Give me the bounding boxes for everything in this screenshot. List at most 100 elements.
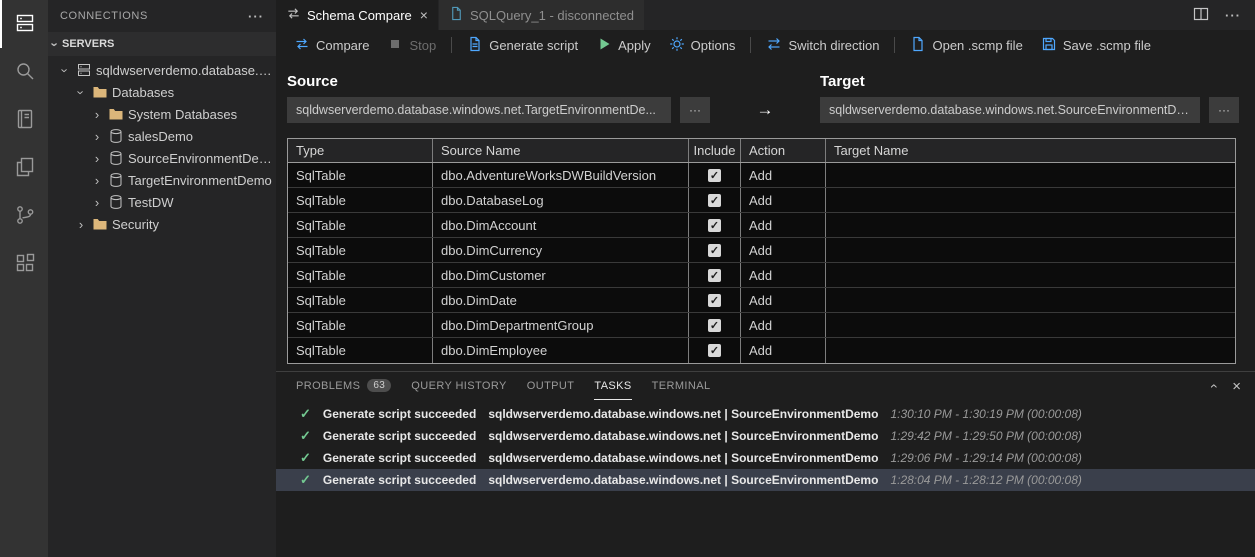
source-browse-button[interactable]: ··· xyxy=(680,97,710,123)
cell-action: Add xyxy=(741,238,826,262)
panel-tab-tasks[interactable]: TASKS xyxy=(594,372,632,400)
table-row[interactable]: SqlTable dbo.AdventureWorksDWBuildVersio… xyxy=(288,163,1235,188)
include-checkbox[interactable] xyxy=(708,243,721,257)
panel-tab-terminal[interactable]: TERMINAL xyxy=(652,372,711,400)
chevron-right-icon[interactable]: › xyxy=(74,217,88,232)
save-scmp-button-label: Save .scmp file xyxy=(1062,37,1151,53)
include-checkbox[interactable] xyxy=(708,268,721,282)
close-panel-icon[interactable]: × xyxy=(1232,378,1241,395)
servers-section-header[interactable]: › SERVERS xyxy=(48,32,276,56)
tree-item-security[interactable]: › Security xyxy=(48,213,276,235)
target-label: Target xyxy=(820,73,865,90)
column-header-source-name[interactable]: Source Name xyxy=(433,139,689,162)
save-scmp-button[interactable]: Save .scmp file xyxy=(1033,33,1159,58)
task-time: 1:29:06 PM - 1:29:14 PM (00:00:08) xyxy=(890,451,1082,465)
tree-item-databases[interactable]: › Databases xyxy=(48,81,276,103)
chevron-down-icon[interactable]: › xyxy=(74,85,89,99)
include-checkbox[interactable] xyxy=(708,293,721,307)
table-row[interactable]: SqlTable dbo.DimEmployee Add xyxy=(288,338,1235,363)
chevron-right-icon[interactable]: › xyxy=(90,107,104,122)
open-scmp-button[interactable]: Open .scmp file xyxy=(902,33,1030,58)
table-row[interactable]: SqlTable dbo.DimDepartmentGroup Add xyxy=(288,313,1235,338)
include-checkbox[interactable] xyxy=(708,218,721,232)
table-row[interactable]: SqlTable dbo.DatabaseLog Add xyxy=(288,188,1235,213)
column-header-type[interactable]: Type xyxy=(288,139,433,162)
search-icon xyxy=(13,59,37,86)
switch-direction-button[interactable]: Switch direction xyxy=(758,33,887,58)
include-checkbox[interactable] xyxy=(708,344,721,357)
chevron-right-icon[interactable]: › xyxy=(90,151,104,166)
open-scmp-button-label: Open .scmp file xyxy=(932,37,1023,53)
panel-tab-problems[interactable]: PROBLEMS 63 xyxy=(296,372,392,400)
column-header-include[interactable]: Include xyxy=(689,139,741,162)
cell-type: SqlTable xyxy=(288,263,433,287)
folder-icon xyxy=(92,216,108,232)
tree-item-targetenvironmentdemo[interactable]: › TargetEnvironmentDemo xyxy=(48,169,276,191)
table-row[interactable]: SqlTable dbo.DimAccount Add xyxy=(288,213,1235,238)
tab-schema-compare[interactable]: Schema Compare × xyxy=(276,0,438,30)
stop-button[interactable]: Stop xyxy=(379,33,444,58)
cell-source-name: dbo.AdventureWorksDWBuildVersion xyxy=(433,163,689,187)
chevron-right-icon[interactable]: › xyxy=(90,129,104,144)
cell-include xyxy=(689,238,741,262)
chevron-down-icon[interactable]: › xyxy=(58,63,73,77)
cell-action: Add xyxy=(741,288,826,312)
target-browse-button[interactable]: ··· xyxy=(1209,97,1239,123)
compare-endpoint-inputs: ··· → ··· xyxy=(276,95,1255,123)
chevron-right-icon[interactable]: › xyxy=(90,173,104,188)
column-header-target-name[interactable]: Target Name xyxy=(826,139,1235,162)
close-icon[interactable]: × xyxy=(420,7,428,23)
cell-action: Add xyxy=(741,213,826,237)
task-history-list: ✓ Generate script succeeded sqldwserverd… xyxy=(276,400,1255,557)
source-connection-input[interactable] xyxy=(287,97,671,123)
panel-tab-output[interactable]: OUTPUT xyxy=(527,372,575,400)
maximize-panel-icon[interactable]: › xyxy=(1204,384,1220,389)
toolbar-separator xyxy=(894,37,896,53)
activity-item-notebooks[interactable] xyxy=(0,96,48,144)
cell-source-name: dbo.DimCustomer xyxy=(433,263,689,287)
compare-icon xyxy=(286,6,301,24)
task-list-item[interactable]: ✓ Generate script succeeded sqldwserverd… xyxy=(276,469,1255,491)
activity-item-search[interactable] xyxy=(0,48,48,96)
cell-action: Add xyxy=(741,313,826,337)
tree-item-server[interactable]: › sqldwserverdemo.database.wi... xyxy=(48,59,277,81)
tree-item-testdw[interactable]: › TestDW xyxy=(48,191,276,213)
include-checkbox[interactable] xyxy=(708,193,721,207)
table-row[interactable]: SqlTable dbo.DimCurrency Add xyxy=(288,238,1235,263)
activity-item-source-control[interactable] xyxy=(0,192,48,240)
chevron-right-icon[interactable]: › xyxy=(90,195,104,210)
activity-item-extensions[interactable] xyxy=(0,240,48,288)
generate-script-button[interactable]: Generate script xyxy=(459,33,586,58)
include-checkbox[interactable] xyxy=(708,318,721,332)
generate-script-button-label: Generate script xyxy=(489,37,579,53)
more-actions-icon[interactable]: ··· xyxy=(1225,8,1241,23)
schema-compare-toolbar: Compare Stop Generate script Apply Optio… xyxy=(276,30,1255,60)
more-actions-icon[interactable]: ··· xyxy=(248,9,264,24)
success-check-icon: ✓ xyxy=(300,450,311,465)
apply-button[interactable]: Apply xyxy=(588,33,659,58)
activity-item-connections[interactable] xyxy=(0,0,48,48)
include-checkbox[interactable] xyxy=(708,168,721,182)
target-connection-input[interactable] xyxy=(820,97,1200,123)
cell-source-name: dbo.DimCurrency xyxy=(433,238,689,262)
table-row[interactable]: SqlTable dbo.DimDate Add xyxy=(288,288,1235,313)
chevron-down-icon[interactable]: › xyxy=(48,37,63,51)
folder-icon xyxy=(108,106,124,122)
tree-item-sourceenvironmentdemo[interactable]: › SourceEnvironmentDemo xyxy=(48,147,276,169)
activity-item-explorer[interactable] xyxy=(0,144,48,192)
options-button[interactable]: Options xyxy=(661,33,744,58)
task-list-item[interactable]: ✓ Generate script succeeded sqldwserverd… xyxy=(276,425,1255,447)
compare-icon xyxy=(294,36,310,55)
cell-type: SqlTable xyxy=(288,163,433,187)
task-list-item[interactable]: ✓ Generate script succeeded sqldwserverd… xyxy=(276,403,1255,425)
tree-item-system-databases[interactable]: › System Databases xyxy=(48,103,276,125)
tab-sqlquery[interactable]: SQLQuery_1 - disconnected xyxy=(438,0,645,30)
cell-target-name xyxy=(826,188,1235,212)
split-editor-icon[interactable] xyxy=(1193,6,1209,25)
column-header-action[interactable]: Action xyxy=(741,139,826,162)
panel-tab-query-history[interactable]: QUERY HISTORY xyxy=(411,372,506,400)
tree-item-salesdemo[interactable]: › salesDemo xyxy=(48,125,276,147)
table-row[interactable]: SqlTable dbo.DimCustomer Add xyxy=(288,263,1235,288)
compare-button[interactable]: Compare xyxy=(286,33,377,58)
task-list-item[interactable]: ✓ Generate script succeeded sqldwserverd… xyxy=(276,447,1255,469)
